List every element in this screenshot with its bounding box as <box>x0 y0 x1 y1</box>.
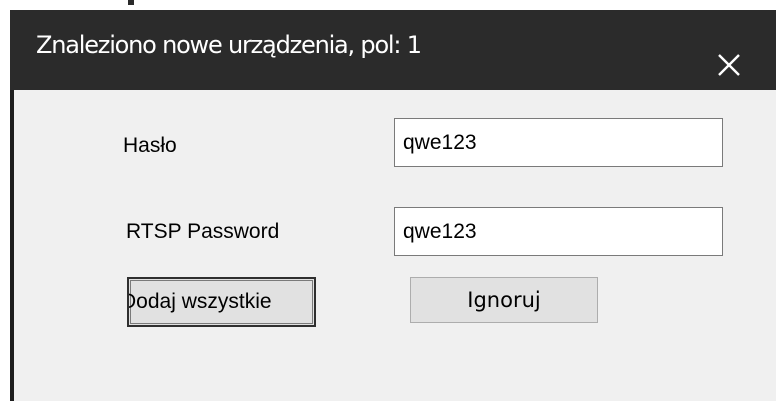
rtsp-password-label: RTSP Password <box>126 220 280 243</box>
add-all-button[interactable]: Dodaj wszystkie <box>127 277 316 327</box>
dialog-title: Znaleziono nowe urządzenia, pol: 1 <box>36 31 422 59</box>
rtsp-password-field[interactable] <box>394 207 723 256</box>
close-icon <box>718 54 740 76</box>
ignore-button[interactable]: Ignoruj <box>410 277 598 323</box>
background-fragment <box>128 0 134 5</box>
password-field[interactable] <box>394 118 723 167</box>
screen: Znaleziono nowe urządzenia, pol: 1 Hasło… <box>0 0 776 401</box>
background-strip <box>0 0 776 10</box>
password-label: Hasło <box>123 134 177 157</box>
new-devices-dialog: Znaleziono nowe urządzenia, pol: 1 Hasło… <box>10 10 776 401</box>
title-bar[interactable]: Znaleziono nowe urządzenia, pol: 1 <box>10 10 776 90</box>
close-button[interactable] <box>698 20 776 90</box>
add-all-button-label: Dodaj wszystkie <box>127 290 272 313</box>
